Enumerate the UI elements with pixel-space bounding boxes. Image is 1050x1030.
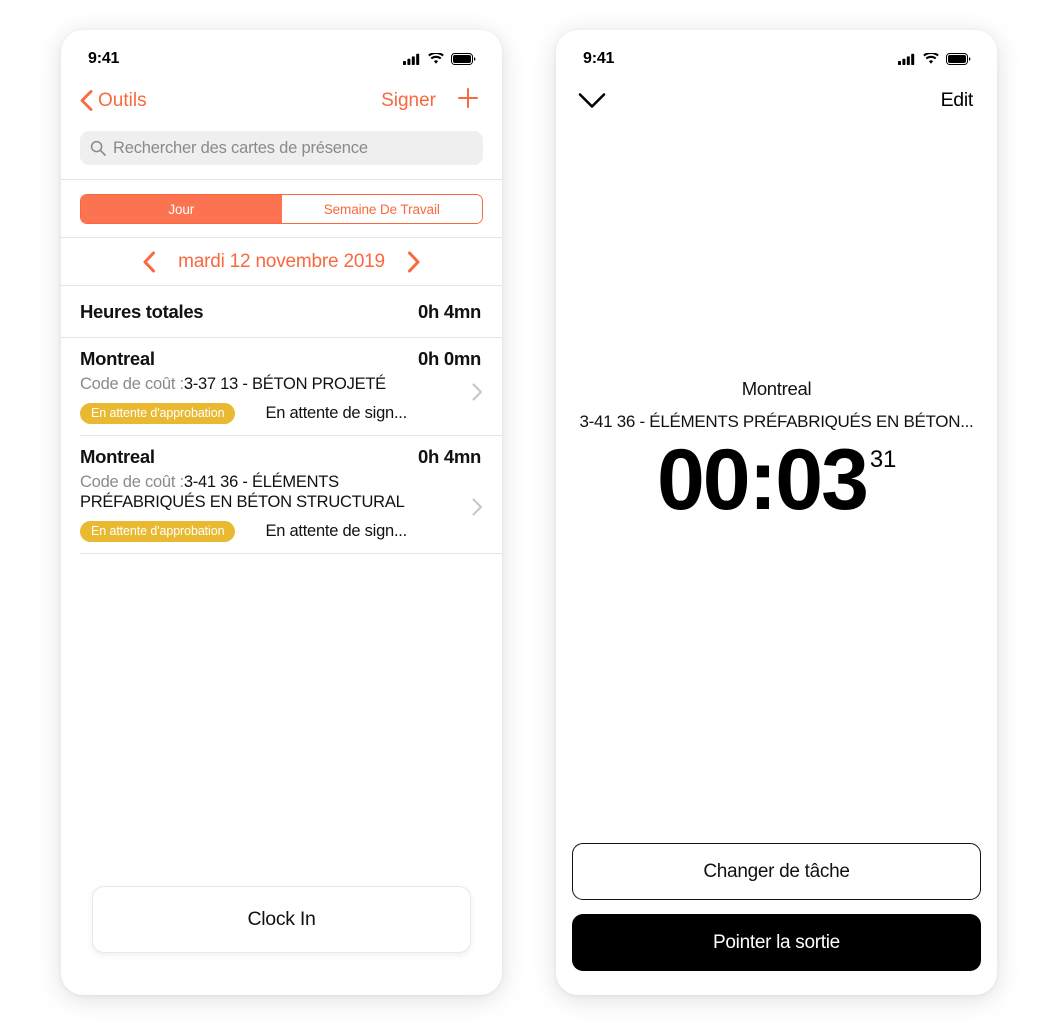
battery-icon: [946, 53, 971, 65]
total-hours-row: Heures totales 0h 4mn: [61, 286, 502, 337]
wifi-icon: [923, 53, 939, 65]
search-icon: [90, 140, 106, 156]
status-badge: En attente d'approbation: [80, 520, 236, 542]
timer-clock: 00:03 31: [556, 434, 997, 527]
clock-in-button[interactable]: Clock In: [92, 886, 471, 953]
search-container: Rechercher des cartes de présence: [61, 123, 502, 179]
next-day-button[interactable]: [407, 251, 421, 273]
navigation-bar: Outils Signer: [61, 78, 502, 123]
battery-icon: [451, 53, 476, 65]
total-hours-value: 0h 4mn: [418, 300, 481, 322]
chevron-right-icon: [472, 498, 483, 516]
wifi-icon: [428, 53, 444, 65]
screenshot-stage: 9:41 Outils Signer Rechercher des cartes…: [0, 0, 1050, 1030]
segmented-control: Jour Semaine De Travail: [80, 194, 483, 224]
entry-signature-status: En attente de sign...: [265, 521, 407, 540]
plus-icon: [456, 86, 480, 115]
chevron-left-icon: [80, 90, 93, 111]
entry-cost-code-value: 3-37 13 - BÉTON PROJETÉ: [183, 375, 386, 393]
search-input[interactable]: Rechercher des cartes de présence: [80, 131, 483, 165]
entry-cost-code: Code de coût :3-37 13 - BÉTON PROJETÉ: [80, 374, 435, 395]
cellular-signal-icon: [403, 53, 421, 65]
timer-project-name: Montreal: [741, 378, 812, 399]
entry-cost-code-label: Code de coût :: [80, 375, 184, 393]
phone-right-active-timer: 9:41 Edit Montreal 3-41 36 - ÉLÉMENTS PR…: [556, 30, 997, 995]
current-date-label: mardi 12 novembre 2019: [178, 250, 385, 272]
back-button[interactable]: Outils: [80, 90, 147, 112]
chevron-down-icon[interactable]: [578, 92, 606, 110]
entry-footer: En attente d'approbation En attente de s…: [80, 520, 483, 542]
entry-footer: En attente d'approbation En attente de s…: [80, 402, 483, 424]
previous-day-button[interactable]: [142, 251, 156, 273]
clock-out-button[interactable]: Pointer la sortie: [572, 914, 981, 971]
status-bar-time: 9:41: [88, 50, 120, 67]
entry-header: Montreal 0h 4mn: [80, 446, 483, 468]
sign-button[interactable]: Signer: [381, 90, 436, 112]
status-bar-time: 9:41: [583, 50, 615, 67]
cellular-signal-icon: [898, 53, 916, 65]
timer-elapsed: 00:03: [656, 432, 869, 528]
add-timecard-button[interactable]: [456, 86, 480, 115]
navigation-bar: Edit: [556, 78, 997, 123]
entry-project-name: Montreal: [80, 445, 155, 467]
edit-button[interactable]: Edit: [941, 89, 974, 112]
entry-project-name: Montreal: [80, 348, 155, 369]
date-navigation: mardi 12 novembre 2019: [61, 238, 502, 285]
timer-seconds: 31: [869, 446, 897, 473]
status-bar: 9:41: [556, 30, 997, 78]
status-bar-icons: [403, 53, 476, 65]
tab-jour[interactable]: Jour: [81, 195, 282, 223]
divider-below-entries: [80, 552, 502, 554]
switch-task-button[interactable]: Changer de tâche: [572, 843, 981, 900]
entry-cost-code: Code de coût :3-41 36 - ÉLÉMENTS PRÉFABR…: [80, 472, 435, 513]
status-bar-icons: [898, 53, 971, 65]
entry-hours: 0h 4mn: [418, 445, 481, 467]
segmented-control-container: Jour Semaine De Travail: [61, 180, 502, 237]
timer-cost-code: 3-41 36 - ÉLÉMENTS PRÉFABRIQUÉS EN BÉTON…: [579, 412, 974, 431]
total-hours-label: Heures totales: [80, 300, 204, 322]
phone-left-timecards-list: 9:41 Outils Signer Rechercher des cartes…: [61, 30, 502, 995]
clock-in-container: Clock In: [61, 886, 502, 953]
search-placeholder: Rechercher des cartes de présence: [113, 138, 368, 157]
timer-display: Montreal 3-41 36 - ÉLÉMENTS PRÉFABRIQUÉS…: [556, 378, 997, 527]
status-badge: En attente d'approbation: [80, 402, 236, 424]
back-button-label: Outils: [98, 89, 147, 111]
chevron-right-icon: [472, 383, 483, 401]
entry-cost-code-label: Code de coût :: [80, 472, 184, 491]
entry-hours: 0h 0mn: [418, 348, 481, 369]
tab-semaine-de-travail[interactable]: Semaine De Travail: [281, 195, 482, 223]
table-row[interactable]: Montreal 0h 0mn Code de coût :3-37 13 - …: [61, 338, 502, 435]
status-bar: 9:41: [61, 30, 502, 78]
table-row[interactable]: Montreal 0h 4mn Code de coût :3-41 36 - …: [61, 436, 502, 553]
timer-actions: Changer de tâche Pointer la sortie: [556, 843, 997, 971]
entry-signature-status: En attente de sign...: [265, 403, 407, 422]
entry-header: Montreal 0h 0mn: [80, 348, 483, 370]
